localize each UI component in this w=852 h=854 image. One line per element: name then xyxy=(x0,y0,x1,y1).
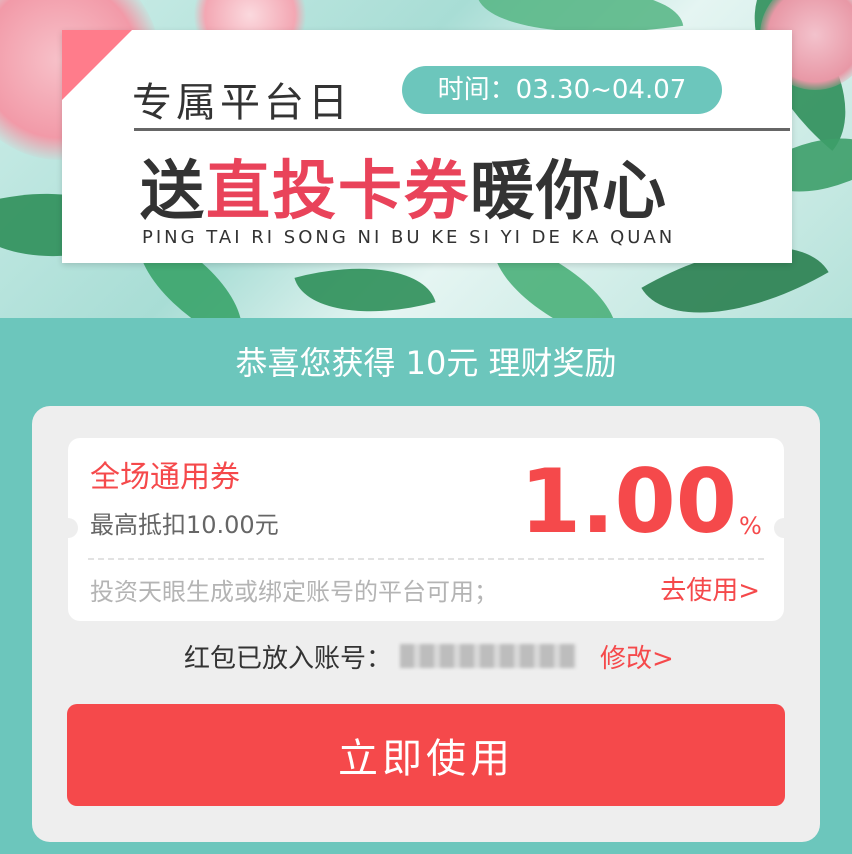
use-now-button[interactable]: 立即使用 xyxy=(67,704,785,806)
coupon-max-deduct: 最高抵扣10.00元 xyxy=(90,511,279,539)
banner-content: 专属平台日 时间：03.30~04.07 送直投卡券暖你心 PING TAI R… xyxy=(62,30,792,263)
coupon-name: 全场通用券 xyxy=(90,460,240,495)
account-number-blurred xyxy=(400,644,576,668)
date-range-badge: 时间：03.30~04.07 xyxy=(402,66,722,114)
coupon-notch-left xyxy=(58,518,78,538)
coupon-description: 投资天眼生成或绑定账号的平台可用； xyxy=(90,578,498,606)
title-suffix: 暖你心 xyxy=(470,155,668,229)
banner-title-small: 专属平台日 xyxy=(132,80,352,126)
reward-subtitle: 恭喜您获得 10元 理财奖励 xyxy=(235,344,617,382)
coupon-use-link[interactable]: 去使用> xyxy=(660,570,760,607)
title-prefix: 送 xyxy=(140,155,206,229)
account-row: 红包已放入账号： 修改> xyxy=(0,638,852,674)
divider xyxy=(134,128,790,131)
account-label: 红包已放入账号： xyxy=(184,644,393,674)
banner-title-big: 送直投卡券暖你心 xyxy=(140,140,668,232)
promo-banner: 专属平台日 时间：03.30~04.07 送直投卡券暖你心 PING TAI R… xyxy=(0,0,852,318)
coupon-divider xyxy=(88,558,764,560)
banner-pinyin: PING TAI RI SONG NI BU KE SI YI DE KA QU… xyxy=(142,227,676,248)
account-edit-link[interactable]: 修改> xyxy=(600,638,674,675)
coupon-amount: 1.00 xyxy=(519,450,737,553)
coupon-notch-right xyxy=(774,518,794,538)
coupon-unit: % xyxy=(739,512,762,540)
title-highlight: 直投卡券 xyxy=(206,155,470,229)
